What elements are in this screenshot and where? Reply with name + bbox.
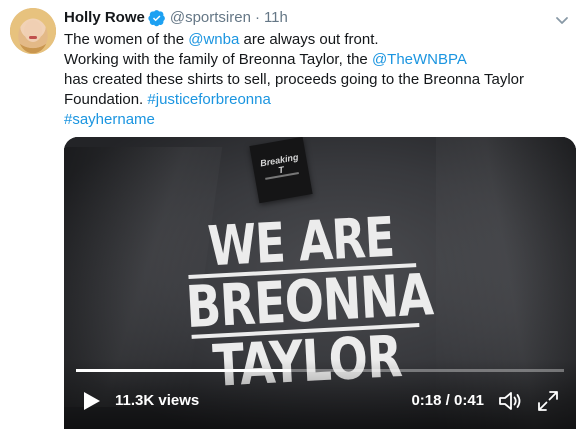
fullscreen-icon[interactable] <box>536 389 560 413</box>
verified-badge-icon <box>148 9 166 27</box>
tweet-timestamp[interactable]: 11h <box>264 8 288 28</box>
tweet-text-line: #sayhername <box>64 110 576 130</box>
tweet-text-segment: Foundation. <box>64 91 148 108</box>
header-separator: · <box>254 9 260 26</box>
avatar[interactable] <box>10 8 56 54</box>
mention-link[interactable]: @wnba <box>188 31 239 48</box>
chevron-down-icon[interactable] <box>554 12 570 28</box>
tweet-text-segment: Working with the family of Breonna Taylo… <box>64 51 372 68</box>
shirt-tag: Breaking T <box>249 137 313 204</box>
progress-fill <box>76 369 291 372</box>
tweet-text-segment: are always out front. <box>239 31 379 48</box>
tweet-text-line: Working with the family of Breonna Taylo… <box>64 50 576 70</box>
timecode: 0:18 / 0:41 <box>411 392 484 409</box>
hashtag-link[interactable]: #justiceforbreonna <box>147 91 270 108</box>
tweet-text-line: Foundation. #justiceforbreonna <box>64 90 576 110</box>
progress-bar[interactable] <box>76 369 564 372</box>
tweet-header: Holly Rowe @sportsiren · 11h <box>64 8 288 28</box>
view-count: 11.3K views <box>115 392 200 409</box>
tweet-text: The women of the @wnba are always out fr… <box>64 30 576 130</box>
video-player[interactable]: Breaking T WE ARE BREONNA TAYLOR 11.3K v… <box>64 137 576 429</box>
tweet-text-segment: has created these shirts to sell, procee… <box>64 71 524 88</box>
mention-link[interactable]: @TheWNBPA <box>372 51 467 68</box>
play-icon[interactable] <box>82 390 102 412</box>
hashtag-link[interactable]: #sayhername <box>64 111 155 128</box>
tweet-text-line: has created these shirts to sell, procee… <box>64 70 576 90</box>
tweet-text-line: The women of the @wnba are always out fr… <box>64 30 576 50</box>
author-name[interactable]: Holly Rowe <box>64 8 145 28</box>
volume-icon[interactable] <box>498 389 524 413</box>
tweet-text-segment: The women of the <box>64 31 189 48</box>
author-handle[interactable]: @sportsiren <box>170 8 251 28</box>
